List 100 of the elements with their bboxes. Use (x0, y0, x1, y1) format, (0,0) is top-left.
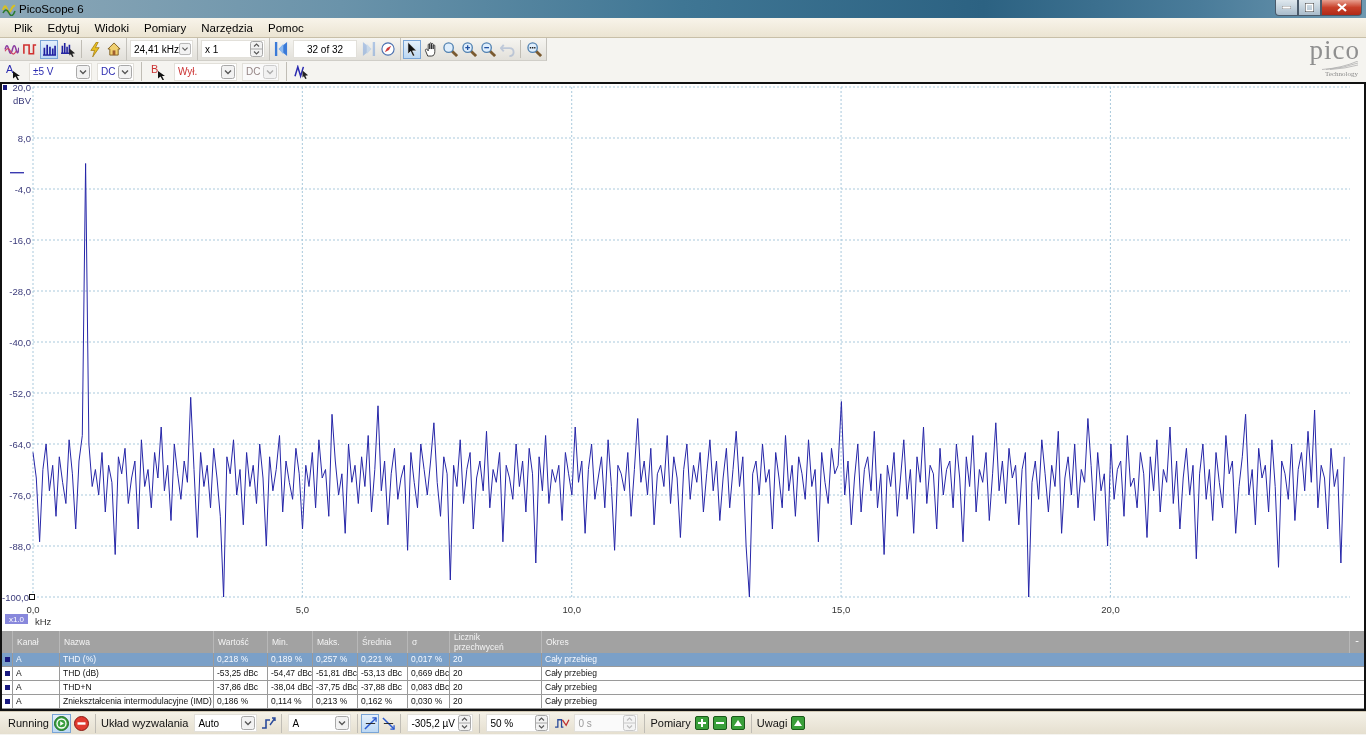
zoom-factor-spinner[interactable]: x 1 (201, 40, 265, 58)
notes-label: Uwagi (756, 717, 788, 729)
minimize-button[interactable] (1275, 0, 1298, 16)
rising-edge-icon (363, 716, 377, 730)
lightning-icon (89, 41, 101, 57)
pointer-icon (407, 41, 417, 57)
y-axis-label: -88,0 (9, 541, 31, 552)
previous-buffer-button[interactable] (272, 39, 290, 59)
stop-button[interactable] (72, 713, 91, 733)
scale-badge: x1.0 (5, 614, 28, 624)
channel-marker-icon (4, 699, 10, 704)
zoom-overview-button[interactable] (525, 39, 543, 59)
table-cell: 0,083 dBc (408, 681, 450, 694)
hand-icon (424, 41, 438, 57)
zoom-out-icon (480, 41, 496, 57)
menu-item[interactable]: Widoki (88, 21, 135, 34)
y-axis-label: -28,0 (9, 286, 31, 297)
table-cell: 0,218 % (214, 653, 268, 666)
channel-button[interactable]: B (148, 62, 170, 81)
offset-marker-icon[interactable] (10, 172, 24, 174)
menu-item[interactable]: Pomiary (138, 21, 193, 34)
zoom-button[interactable] (441, 39, 459, 59)
close-button[interactable] (1321, 0, 1362, 16)
x-axis-label: 20,0 (1101, 604, 1120, 615)
bar-spectrum-cursor-icon (60, 41, 76, 57)
unit-label: dBV (13, 95, 31, 106)
trigger-mode-dropdown[interactable]: Auto (194, 714, 258, 732)
home-button[interactable] (105, 39, 123, 59)
zoom-out-button[interactable] (479, 39, 497, 59)
add-measurement-button[interactable] (693, 715, 710, 731)
coupling-dropdown[interactable]: DC (97, 62, 134, 81)
pulse-icon (23, 43, 37, 55)
minimize-icon (1282, 6, 1291, 9)
view-mode-button[interactable] (40, 39, 58, 59)
app-logo-icon (2, 2, 16, 16)
table-cell: 20 (450, 653, 542, 666)
window-title: PicoScope 6 (19, 3, 84, 15)
axis-handle-icon[interactable] (29, 594, 35, 600)
channel-marker-icon (4, 671, 10, 676)
stop-icon (74, 715, 89, 731)
column-header: σ (412, 637, 418, 647)
plus-icon (694, 716, 709, 730)
fast-forward-icon (362, 42, 376, 56)
table-cell: -51,81 dBc (313, 667, 358, 680)
spin-arrows-icon (535, 715, 549, 731)
column-header: Średnia (362, 637, 392, 647)
x-axis-label: 5,0 (295, 604, 309, 615)
channel-marker-icon (4, 685, 10, 690)
compass-icon (381, 42, 395, 56)
x-axis-label: 10,0 (562, 604, 581, 615)
pre-trigger-spinner[interactable]: 50 % (486, 714, 551, 732)
table-cell: 0,186 % (214, 695, 268, 708)
buffer-position-field[interactable]: 32 of 32 (293, 40, 357, 58)
zoom-in-button[interactable] (460, 39, 478, 59)
navigate-button[interactable] (379, 39, 397, 59)
rising-edge-button[interactable] (361, 713, 380, 733)
table-cell: 0,162 % (358, 695, 408, 708)
trigger-edge-icon (261, 716, 278, 730)
table-cell: 20 (450, 667, 542, 680)
table-cell: 0,030 % (408, 695, 450, 708)
threshold-spinner[interactable]: -305,2 µV (407, 714, 474, 732)
x-axis-label: 15,0 (831, 604, 851, 615)
table-cell: 0,257 % (313, 653, 358, 666)
sine-wave-icon (3, 43, 19, 55)
show-notes-button[interactable] (790, 715, 807, 731)
run-state-label: Running (8, 717, 49, 729)
pointer-tool-button[interactable] (403, 39, 421, 59)
y-axis-label: -100,0 (2, 592, 29, 603)
wave-cursor-icon (294, 64, 310, 79)
menu-item[interactable]: Narzędzia (195, 21, 259, 34)
menu-item[interactable]: Plik (8, 21, 39, 34)
close-icon (1336, 3, 1347, 12)
channel-marker-icon (4, 657, 10, 662)
unit-label: kHz (35, 616, 52, 627)
caret-icon (221, 64, 235, 79)
range-dropdown[interactable]: Wył. (174, 62, 237, 81)
table-row[interactable]: A Zniekształcenia intermodulacyjne (IMD) 0,186 % 0,114 % 0,213 % 0,162 % 0,030 % 20 Cały przebieg (2, 695, 1364, 709)
remove-measurement-button[interactable] (711, 715, 728, 731)
show-measurements-button[interactable] (729, 715, 746, 731)
start-button[interactable] (52, 713, 71, 733)
y-axis-label: -4,0 (14, 184, 31, 195)
range-dropdown[interactable]: ±5 V (29, 62, 92, 81)
menu-item[interactable]: Pomoc (262, 21, 310, 34)
caret-icon (335, 716, 350, 730)
column-header: Nazwa (64, 637, 90, 647)
caret-icon (76, 64, 90, 79)
table-cell: -54,47 dBc (268, 667, 313, 680)
trigger-source-dropdown[interactable]: A (288, 714, 352, 732)
table-row[interactable]: A THD+N -37,86 dBc -38,04 dBc -37,75 dBc -37,88 dBc 0,083 dBc 20 Cały przebieg (2, 681, 1364, 695)
table-cell: -37,86 dBc (214, 681, 268, 694)
x-axis-label: 0,0 (26, 604, 40, 615)
trigger-label: Układ wyzwalania (101, 717, 189, 729)
column-header: Wartość (218, 637, 249, 647)
menu-item[interactable]: Edytuj (41, 21, 86, 34)
magnifier-icon (526, 41, 542, 57)
y-axis-label: 8,0 (17, 133, 31, 144)
table-row[interactable]: A THD (dB) -53,25 dBc -54,47 dBc -51,81 dBc -53,13 dBc 0,669 dBc 20 Cały przebieg (2, 667, 1364, 681)
maximize-button[interactable] (1298, 0, 1321, 16)
timebase-dropdown[interactable]: 24,41 kHz (130, 40, 193, 58)
channel-button[interactable]: A (3, 62, 25, 81)
